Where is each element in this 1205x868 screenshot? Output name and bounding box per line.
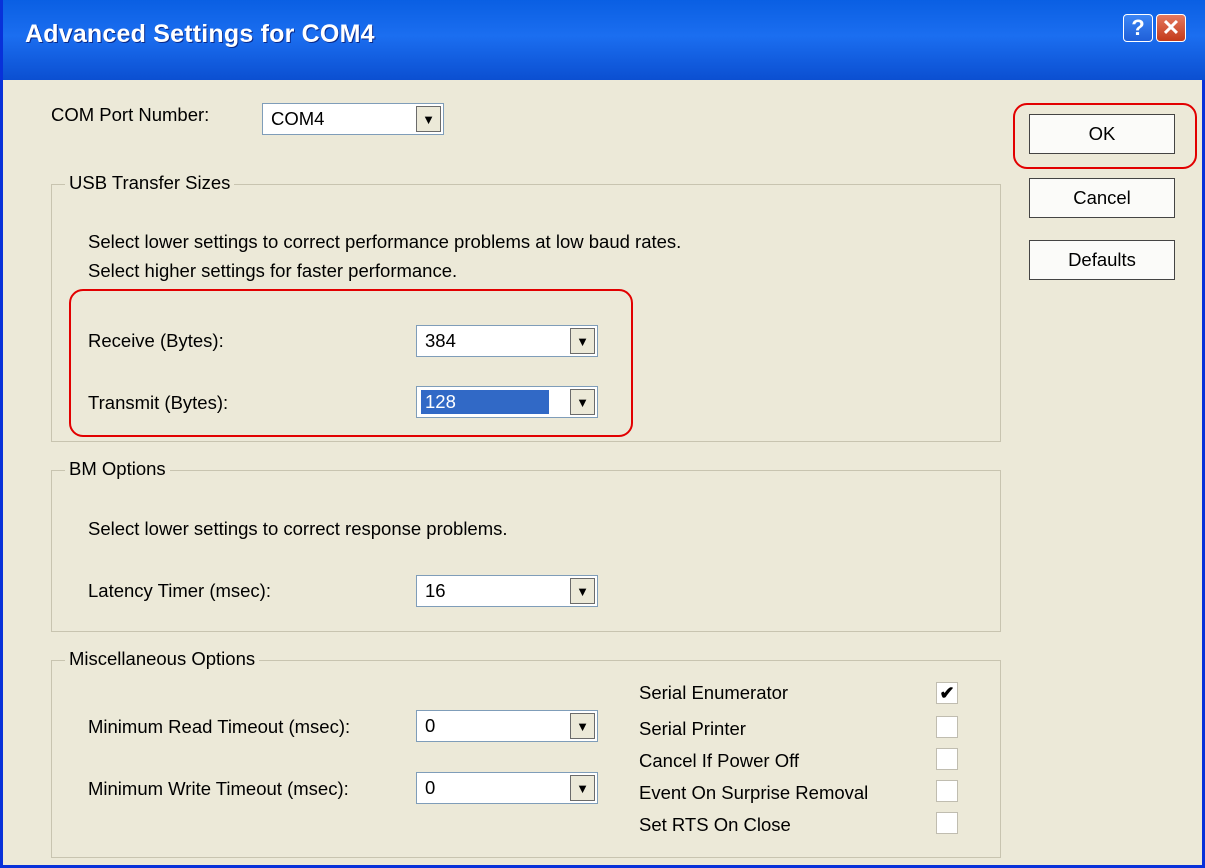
- event-on-surprise-removal-checkbox[interactable]: [936, 780, 958, 802]
- min-read-value: 0: [425, 715, 436, 736]
- transmit-label: Transmit (Bytes):: [88, 392, 229, 413]
- transmit-value: 128: [421, 390, 549, 414]
- min-write-label: Minimum Write Timeout (msec):: [88, 778, 349, 799]
- chevron-down-icon[interactable]: ▼: [570, 389, 595, 415]
- set-rts-on-close-label: Set RTS On Close: [639, 814, 791, 835]
- close-icon: ✕: [1161, 15, 1181, 40]
- defaults-button[interactable]: Defaults: [1029, 240, 1175, 280]
- min-write-select[interactable]: 0 ▼: [416, 772, 598, 804]
- com-port-select[interactable]: COM4 ▼: [262, 103, 444, 135]
- dialog-window: Advanced Settings for COM4 ? ✕ COM Port …: [0, 0, 1205, 868]
- usb-desc-2: Select higher settings for faster perfor…: [88, 260, 458, 281]
- bm-options-title: BM Options: [65, 458, 170, 480]
- com-port-value: COM4: [271, 108, 325, 129]
- latency-label: Latency Timer (msec):: [88, 580, 271, 601]
- min-read-label: Minimum Read Timeout (msec):: [88, 716, 351, 737]
- usb-desc-1: Select lower settings to correct perform…: [88, 231, 682, 252]
- ok-button[interactable]: OK: [1029, 114, 1175, 154]
- help-button[interactable]: ?: [1123, 14, 1153, 42]
- set-rts-on-close-checkbox[interactable]: [936, 812, 958, 834]
- help-icon: ?: [1131, 15, 1145, 40]
- min-read-select[interactable]: 0 ▼: [416, 710, 598, 742]
- usb-transfer-title: USB Transfer Sizes: [65, 172, 235, 194]
- title-bar[interactable]: Advanced Settings for COM4 ? ✕: [3, 0, 1205, 80]
- chevron-down-icon[interactable]: ▼: [570, 713, 595, 739]
- receive-select[interactable]: 384 ▼: [416, 325, 598, 357]
- cancel-if-power-off-checkbox[interactable]: [936, 748, 958, 770]
- chevron-down-icon[interactable]: ▼: [570, 775, 595, 801]
- cancel-if-power-off-label: Cancel If Power Off: [639, 750, 800, 771]
- serial-printer-checkbox[interactable]: [936, 716, 958, 738]
- serial-enumerator-checkbox[interactable]: ✔: [936, 682, 958, 704]
- bm-options-group: [51, 470, 1001, 632]
- chevron-down-icon[interactable]: ▼: [570, 328, 595, 354]
- receive-label: Receive (Bytes):: [88, 330, 224, 351]
- chevron-down-icon[interactable]: ▼: [416, 106, 441, 132]
- latency-value: 16: [425, 580, 446, 601]
- receive-value: 384: [425, 330, 456, 351]
- serial-enumerator-label: Serial Enumerator: [639, 682, 789, 703]
- cancel-button[interactable]: Cancel: [1029, 178, 1175, 218]
- misc-options-title: Miscellaneous Options: [65, 648, 260, 670]
- chevron-down-icon[interactable]: ▼: [570, 578, 595, 604]
- misc-options-group: [51, 660, 1001, 858]
- com-port-label: COM Port Number:: [51, 104, 210, 125]
- window-title: Advanced Settings for COM4: [25, 20, 375, 48]
- transmit-select[interactable]: 128 ▼: [416, 386, 598, 418]
- latency-select[interactable]: 16 ▼: [416, 575, 598, 607]
- event-on-surprise-removal-label: Event On Surprise Removal: [639, 782, 869, 803]
- bm-desc: Select lower settings to correct respons…: [88, 518, 508, 539]
- min-write-value: 0: [425, 777, 436, 798]
- close-button[interactable]: ✕: [1156, 14, 1186, 42]
- serial-printer-label: Serial Printer: [639, 718, 746, 739]
